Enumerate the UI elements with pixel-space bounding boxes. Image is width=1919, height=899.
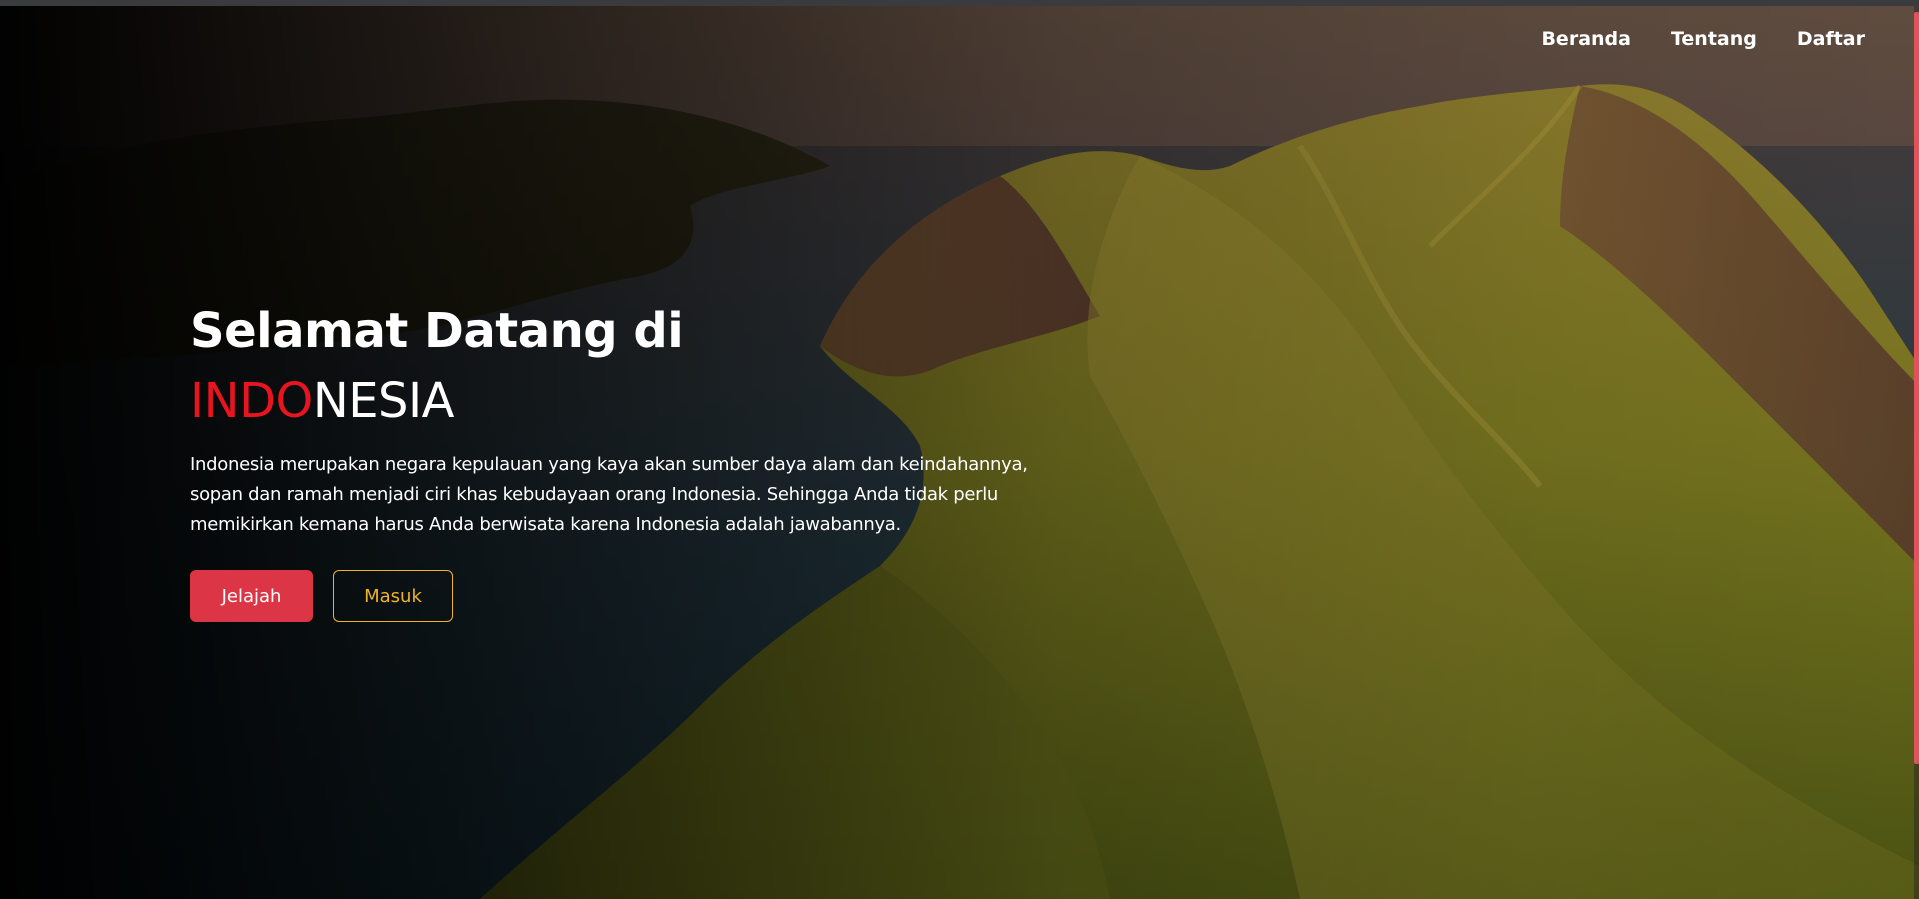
nav-link-daftar[interactable]: Daftar [1797, 28, 1865, 50]
page-scrollbar[interactable] [1914, 6, 1919, 899]
hero-title-line1: Selamat Datang di [190, 303, 684, 359]
hero-description: Indonesia merupakan negara kepulauan yan… [190, 454, 1028, 535]
scrollbar-thumb[interactable] [1914, 12, 1919, 764]
jelajah-button[interactable]: Jelajah [190, 570, 313, 622]
nav-link-beranda[interactable]: Beranda [1541, 28, 1631, 50]
hero-buttons: Jelajah Masuk [190, 570, 1070, 622]
hero-title: Selamat Datang di INDONESIA [190, 296, 1070, 436]
browser-viewport: Beranda Tentang Daftar Selamat Datang di… [0, 0, 1919, 899]
nav-link-tentang[interactable]: Tentang [1671, 28, 1757, 50]
top-navigation: Beranda Tentang Daftar [1541, 28, 1865, 50]
masuk-button[interactable]: Masuk [333, 570, 453, 622]
browser-top-edge [0, 0, 1919, 6]
hero-content: Selamat Datang di INDONESIA Indonesia me… [190, 296, 1070, 622]
hero-title-white-part: NESIA [312, 373, 455, 429]
hero-title-red-part: INDO [190, 373, 313, 429]
